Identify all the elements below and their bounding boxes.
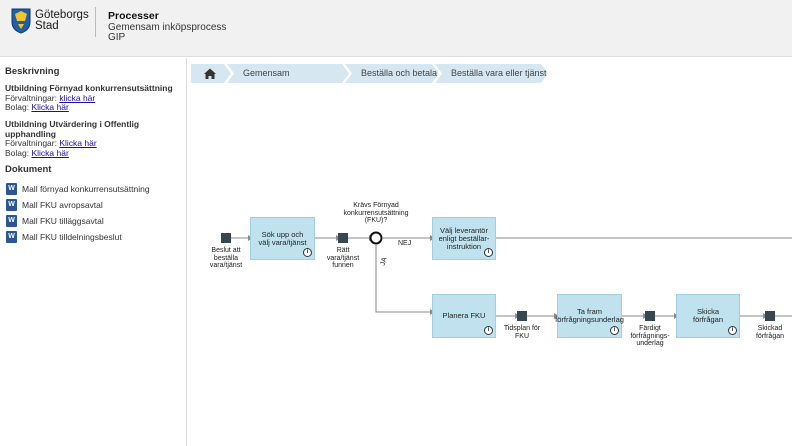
process-diagram: Beslut att beställa vara/tjänst Sök upp … [188, 180, 792, 360]
event-request-sent[interactable] [765, 311, 775, 321]
task-search-select[interactable]: Sök upp och välj vara/tjänst i [250, 217, 315, 260]
event-documents-ready-label: Färdigt förfrågnings-underlag [630, 325, 670, 347]
flow-label-no: NEJ [398, 240, 412, 247]
row-label: Förvaltningar: [5, 92, 60, 103]
logo-text: Göteborgs Stad [35, 9, 89, 32]
task-label: Välj leverantör enligt beställar-instruk… [438, 225, 490, 251]
task-choose-supplier[interactable]: Välj leverantör enligt beställar-instruk… [432, 217, 496, 260]
flow-arrow [375, 245, 430, 313]
event-request-sent-label: Skickad förfrågan [755, 325, 785, 340]
process-code: GIP [108, 32, 126, 43]
start-event[interactable] [221, 233, 231, 243]
breadcrumb-home[interactable] [191, 64, 231, 83]
row-label: Bolag: [5, 147, 32, 158]
link-company-evaluation[interactable]: Klicka här [31, 148, 68, 158]
task-label: Sök upp och välj vara/tjänst [258, 229, 307, 247]
breadcrumb-item-order-pay[interactable]: Beställa och betala [345, 64, 439, 83]
city-crest-icon [11, 8, 31, 34]
row-label: Bolag: [5, 102, 32, 112]
process-name: Gemensam inköpsprocess [108, 22, 227, 33]
info-icon[interactable]: i [728, 326, 737, 335]
training-block-evaluation: Utbildning Utvärdering i Offentlig uppha… [5, 119, 183, 159]
info-icon[interactable]: i [484, 248, 493, 257]
task-prepare-tender-documents[interactable]: Ta fram förfrågningsunderlag i [555, 294, 624, 338]
breadcrumb-item-order-goods[interactable]: Beställa vara eller tjänst [435, 64, 548, 83]
event-timeplan-label: Tidsplan för FKU [503, 325, 541, 340]
sidebar: Beskrivning Utbildning Förnyad konkurren… [0, 58, 187, 446]
info-icon[interactable]: i [610, 326, 619, 335]
link-company-fku[interactable]: Klicka här [31, 102, 68, 112]
breadcrumb-item-process[interactable]: Gemensam inköpsprocess [227, 64, 349, 83]
event-item-found[interactable] [338, 233, 348, 243]
row-label: Förvaltningar: [5, 138, 60, 148]
document-label: Mall FKU tilldelningsbeslut [22, 232, 122, 242]
event-documents-ready[interactable] [645, 311, 655, 321]
event-item-found-label: Rätt vara/tjänst funnen [326, 247, 360, 269]
app-header: Göteborgs Stad Processer Gemensam inköps… [0, 0, 792, 57]
gateway-circle [369, 231, 383, 245]
task-label: Planera FKU [442, 311, 486, 320]
gateway-question: Krävs Förnyad konkurrensutsättning (FKU)… [343, 202, 409, 224]
word-document-icon: W [6, 199, 17, 211]
word-document-icon: W [6, 215, 17, 227]
start-event-label: Beslut att beställa vara/tjänst [209, 247, 243, 269]
link-municipal-evaluation[interactable]: Klicka här [59, 138, 96, 148]
info-icon[interactable]: i [303, 248, 312, 257]
logo-line-2: Stad [35, 20, 59, 32]
info-icon[interactable]: i [484, 326, 493, 335]
link-municipal-fku[interactable]: klicka här [59, 93, 95, 103]
training-row-company: Bolag: Klicka här [5, 147, 183, 159]
word-document-icon: W [6, 231, 17, 243]
event-timeplan[interactable] [517, 311, 527, 321]
document-label: Mall FKU tilläggsavtal [22, 216, 104, 226]
description-heading: Beskrivning [5, 66, 60, 77]
word-document-icon: W [6, 183, 17, 195]
task-label: Ta fram förfrågningsunderlag [555, 307, 624, 324]
document-label: Mall FKU avropsavtal [22, 200, 103, 210]
header-divider [95, 7, 96, 37]
goteborgs-stad-logo[interactable]: Göteborgs Stad [10, 7, 90, 37]
training-block-fku: Utbildning Förnyad konkurrensutsättning … [5, 83, 183, 113]
home-icon [191, 64, 231, 83]
documents-heading: Dokument [5, 164, 52, 175]
training-row-company: Bolag: Klicka här [5, 102, 183, 113]
document-label: Mall förnyad konkurrensutsättning [22, 184, 150, 194]
task-plan-fku[interactable]: Planera FKU i [432, 294, 496, 338]
task-label: Skicka förfrågan [692, 307, 724, 324]
task-send-request[interactable]: Skicka förfrågan i [676, 294, 740, 338]
page-title: Processer [108, 10, 159, 22]
